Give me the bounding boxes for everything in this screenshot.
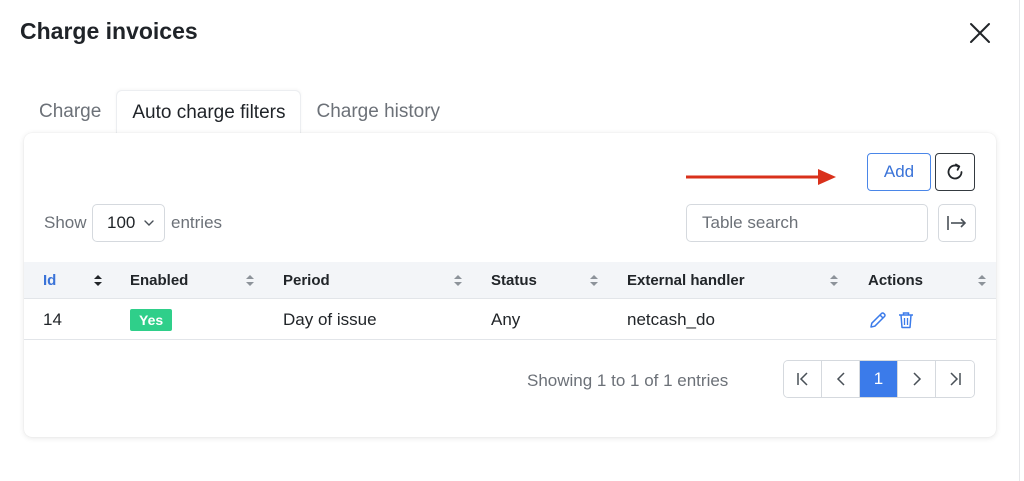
pagination-info: Showing 1 to 1 of 1 entries <box>527 371 729 390</box>
close-button[interactable] <box>966 19 994 47</box>
page-button-1[interactable]: 1 <box>860 361 898 397</box>
dialog-title: Charge invoices <box>20 18 198 44</box>
last-page-icon <box>950 372 961 386</box>
add-button[interactable]: Add <box>867 153 931 191</box>
tab-bar: Charge Auto charge filters Charge histor… <box>24 90 455 134</box>
column-header-enabled[interactable]: Enabled <box>130 262 188 299</box>
delete-icon[interactable] <box>896 310 916 330</box>
column-header-id[interactable]: Id <box>43 262 56 299</box>
sort-icon <box>454 275 462 286</box>
first-page-icon <box>796 372 808 386</box>
column-header-status[interactable]: Status <box>491 262 537 299</box>
export-button[interactable] <box>938 204 976 242</box>
chevron-right-icon <box>912 372 921 386</box>
sort-icon <box>830 275 838 286</box>
tab-charge-history[interactable]: Charge history <box>301 90 455 134</box>
cell-status: Any <box>491 309 521 329</box>
cell-enabled: Yes <box>130 299 173 340</box>
last-page-button[interactable] <box>936 361 974 397</box>
chevron-down-icon <box>144 220 154 226</box>
cell-actions <box>868 299 916 340</box>
prev-page-button[interactable] <box>822 361 860 397</box>
pagination: 1 <box>783 360 975 398</box>
table-row: 14 Yes Day of issue Any netcash_do <box>24 299 996 340</box>
entries-label: entries <box>171 213 223 232</box>
tab-auto-charge-filters[interactable]: Auto charge filters <box>116 90 302 134</box>
cell-id: 14 <box>43 309 62 329</box>
column-header-actions[interactable]: Actions <box>868 262 923 299</box>
sort-icon <box>246 275 254 286</box>
entries-value: 100 <box>107 213 136 232</box>
sort-icon <box>978 275 986 286</box>
next-page-button[interactable] <box>898 361 936 397</box>
table-header: Id Enabled Period Status External handle… <box>24 262 996 299</box>
column-header-period[interactable]: Period <box>283 262 330 299</box>
chevron-left-icon <box>836 372 845 386</box>
table-search-input[interactable] <box>686 204 928 242</box>
refresh-icon <box>947 163 963 180</box>
column-header-external-handler[interactable]: External handler <box>627 262 745 299</box>
first-page-button[interactable] <box>784 361 822 397</box>
edit-icon[interactable] <box>868 310 888 330</box>
enabled-badge: Yes <box>130 308 173 331</box>
annotation-arrow-icon <box>686 169 836 185</box>
sort-icon <box>94 275 102 286</box>
refresh-button[interactable] <box>935 153 975 191</box>
window-edge-divider <box>1019 0 1020 481</box>
close-icon <box>970 23 990 43</box>
sort-icon <box>590 275 598 286</box>
filters-card: Add Show 100 entries Id Enabled Period <box>24 133 996 437</box>
show-label: Show <box>44 213 87 232</box>
export-arrow-icon <box>947 216 967 230</box>
cell-external-handler: netcash_do <box>627 309 715 329</box>
tab-charge[interactable]: Charge <box>24 90 116 134</box>
entries-per-page-select[interactable]: 100 <box>92 204 165 242</box>
cell-period: Day of issue <box>283 309 377 329</box>
